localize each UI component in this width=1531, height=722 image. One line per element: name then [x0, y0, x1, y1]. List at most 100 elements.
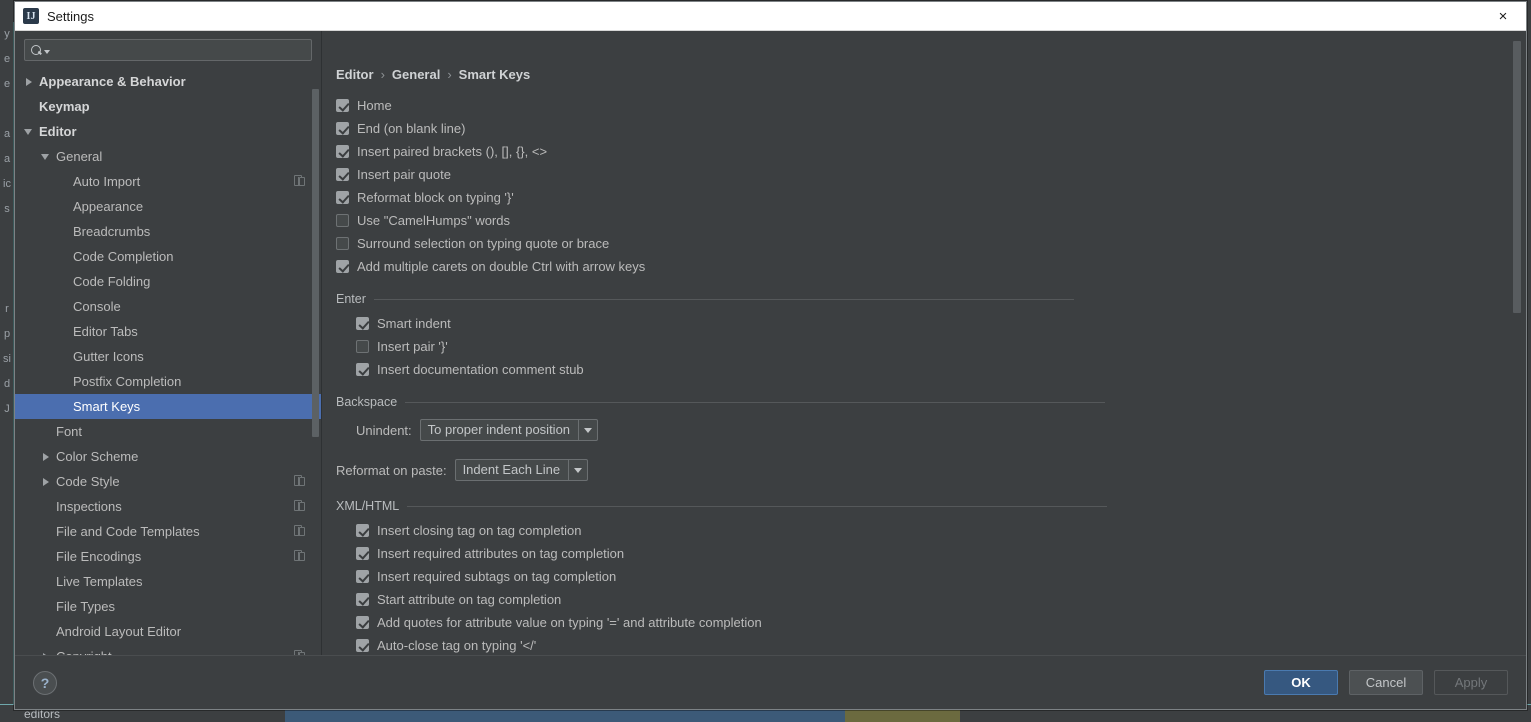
- sidebar-item-copyright[interactable]: Copyright: [15, 644, 321, 655]
- sidebar-item-color-scheme[interactable]: Color Scheme: [15, 444, 321, 469]
- sidebar-item-label: Console: [73, 299, 121, 314]
- checkbox-checked-icon[interactable]: [336, 145, 349, 158]
- content-scrollbar-thumb[interactable]: [1513, 41, 1521, 313]
- unindent-chevron-down-icon[interactable]: [578, 420, 597, 440]
- sidebar-item-auto-import[interactable]: Auto Import: [15, 169, 321, 194]
- dialog-action-buttons: OK Cancel Apply: [1264, 670, 1508, 695]
- help-icon[interactable]: ?: [33, 670, 57, 695]
- checkbox-checked-icon[interactable]: [356, 363, 369, 376]
- sidebar-item-live-templates[interactable]: Live Templates: [15, 569, 321, 594]
- sidebar-item-general[interactable]: General: [15, 144, 321, 169]
- checkbox-checked-icon[interactable]: [356, 616, 369, 629]
- sidebar-item-code-style[interactable]: Code Style: [15, 469, 321, 494]
- breadcrumb-part-2[interactable]: General: [392, 67, 440, 82]
- checkbox-add-multiple-carets-on-double-ctrl-with-arrow-ke[interactable]: Add multiple carets on double Ctrl with …: [322, 255, 1526, 278]
- checkbox-checked-icon[interactable]: [356, 639, 369, 652]
- chevron-right-icon[interactable]: [23, 76, 35, 88]
- checkbox-unchecked-icon[interactable]: [356, 340, 369, 353]
- reformat-on-paste-dropdown[interactable]: Indent Each Line: [454, 459, 589, 481]
- chevron-down-icon[interactable]: [23, 126, 35, 138]
- checkbox-checked-icon[interactable]: [356, 570, 369, 583]
- settings-content-pane: Editor › General › Smart Keys Home End (on bl…: [322, 31, 1526, 655]
- checkbox-checked-icon[interactable]: [336, 191, 349, 204]
- sidebar-item-file-and-code-templates[interactable]: File and Code Templates: [15, 519, 321, 544]
- sidebar-item-label: Gutter Icons: [73, 349, 144, 364]
- checkbox-checked-icon[interactable]: [336, 122, 349, 135]
- checkbox-label: Reformat block on typing '}': [357, 190, 514, 205]
- checkbox-auto-close-tag-on-typing[interactable]: Auto-close tag on typing '</': [322, 634, 1526, 655]
- sidebar-scrollbar[interactable]: [311, 67, 320, 655]
- breadcrumb-part-1[interactable]: Editor: [336, 67, 374, 82]
- checkbox-insert-paired-brackets[interactable]: Insert paired brackets (), [], {}, <>: [322, 140, 1526, 163]
- sidebar-item-code-completion[interactable]: Code Completion: [15, 244, 321, 269]
- unindent-dropdown[interactable]: To proper indent position: [419, 419, 599, 441]
- chevron-down-icon[interactable]: [40, 151, 52, 163]
- ok-button[interactable]: OK: [1264, 670, 1338, 695]
- settings-tree[interactable]: Appearance & Behavior Keymap Editor General…: [15, 67, 321, 655]
- checkbox-surround-selection-on-typing-quote-or-brace[interactable]: Surround selection on typing quote or br…: [322, 232, 1526, 255]
- chevron-right-icon[interactable]: [40, 476, 52, 488]
- checkbox-checked-icon[interactable]: [336, 168, 349, 181]
- checkbox-checked-icon[interactable]: [356, 524, 369, 537]
- checkbox-checked-icon[interactable]: [356, 317, 369, 330]
- checkbox-home[interactable]: Home: [322, 94, 1526, 117]
- checkbox-reformat-block-on-typing[interactable]: Reformat block on typing '}': [322, 186, 1526, 209]
- sidebar-item-editor-tabs[interactable]: Editor Tabs: [15, 319, 321, 344]
- sidebar-item-inspections[interactable]: Inspections: [15, 494, 321, 519]
- sidebar-item-label: Inspections: [56, 499, 122, 514]
- sidebar-item-keymap[interactable]: Keymap: [15, 94, 321, 119]
- checkbox-label: Smart indent: [377, 316, 451, 331]
- chevron-right-icon[interactable]: [40, 451, 52, 463]
- checkbox-checked-icon[interactable]: [356, 593, 369, 606]
- sidebar-item-label: Appearance: [73, 199, 144, 214]
- sidebar-item-smart-keys[interactable]: Smart Keys: [15, 394, 321, 419]
- sidebar-item-breadcrumbs[interactable]: Breadcrumbs: [15, 219, 321, 244]
- sidebar-item-console[interactable]: Console: [15, 294, 321, 319]
- sidebar-item-gutter-icons[interactable]: Gutter Icons: [15, 344, 321, 369]
- project-scope-icon: [294, 525, 305, 537]
- search-box[interactable]: [24, 39, 312, 61]
- sidebar-item-file-types[interactable]: File Types: [15, 594, 321, 619]
- search-input[interactable]: [50, 43, 305, 57]
- cancel-button[interactable]: Cancel: [1349, 670, 1423, 695]
- checkbox-add-quotes-for-attribute-value-on-typing-and-att[interactable]: Add quotes for attribute value on typing…: [322, 611, 1526, 634]
- checkbox-insert-pair[interactable]: Insert pair '}': [322, 335, 1526, 358]
- sidebar-item-postfix-completion[interactable]: Postfix Completion: [15, 369, 321, 394]
- checkbox-use-camelhumps-words[interactable]: Use "CamelHumps" words: [322, 209, 1526, 232]
- intellij-idea-icon: IJ: [23, 8, 39, 24]
- checkbox-start-attribute-on-tag-completion[interactable]: Start attribute on tag completion: [322, 588, 1526, 611]
- checkbox-insert-required-subtags-on-tag-completion[interactable]: Insert required subtags on tag completio…: [322, 565, 1526, 588]
- checkbox-end-on-blank-line[interactable]: End (on blank line): [322, 117, 1526, 140]
- sidebar-item-file-encodings[interactable]: File Encodings: [15, 544, 321, 569]
- checkbox-insert-closing-tag-on-tag-completion[interactable]: Insert closing tag on tag completion: [322, 519, 1526, 542]
- sidebar-item-appearance[interactable]: Appearance: [15, 194, 321, 219]
- checkbox-unchecked-icon[interactable]: [336, 237, 349, 250]
- checkbox-insert-pair-quote[interactable]: Insert pair quote: [322, 163, 1526, 186]
- content-scrollbar[interactable]: [1512, 35, 1522, 651]
- checkbox-insert-documentation-comment-stub[interactable]: Insert documentation comment stub: [322, 358, 1526, 381]
- checkbox-unchecked-icon[interactable]: [336, 214, 349, 227]
- dialog-footer: ? OK Cancel Apply: [15, 655, 1526, 709]
- apply-button[interactable]: Apply: [1434, 670, 1508, 695]
- reformat-on-paste-chevron-down-icon[interactable]: [568, 460, 587, 480]
- project-scope-icon: [294, 175, 305, 187]
- sidebar-item-font[interactable]: Font: [15, 419, 321, 444]
- checkbox-checked-icon[interactable]: [336, 260, 349, 273]
- checkbox-checked-icon[interactable]: [356, 547, 369, 560]
- checkbox-insert-required-attributes-on-tag-completion[interactable]: Insert required attributes on tag comple…: [322, 542, 1526, 565]
- checkbox-checked-icon[interactable]: [336, 99, 349, 112]
- sidebar-item-android-layout-editor[interactable]: Android Layout Editor: [15, 619, 321, 644]
- sidebar-item-editor[interactable]: Editor: [15, 119, 321, 144]
- sidebar-item-code-folding[interactable]: Code Folding: [15, 269, 321, 294]
- sidebar-scrollbar-thumb[interactable]: [312, 89, 319, 437]
- checkbox-smart-indent[interactable]: Smart indent: [322, 312, 1526, 335]
- close-icon[interactable]: ×: [1480, 2, 1526, 30]
- sidebar-item-label: Code Style: [56, 474, 120, 489]
- sidebar-item-appearance-behavior[interactable]: Appearance & Behavior: [15, 69, 321, 94]
